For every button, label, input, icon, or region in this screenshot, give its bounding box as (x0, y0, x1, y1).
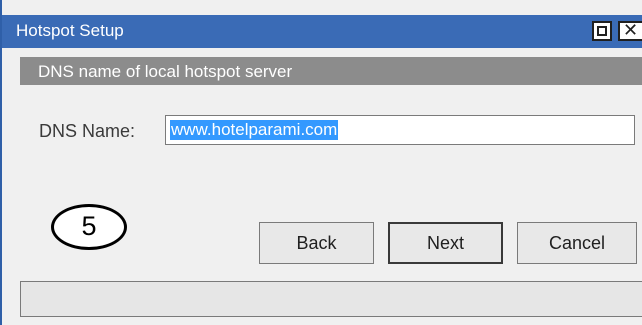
dns-name-label: DNS Name: (39, 121, 136, 141)
maximize-square (597, 26, 607, 36)
close-glyph: ✕ (623, 20, 639, 41)
back-button[interactable]: Back (259, 222, 374, 264)
status-bar (20, 281, 642, 317)
title-bar[interactable]: Hotspot Setup ✕ (2, 15, 642, 48)
window-title: Hotspot Setup (16, 21, 124, 40)
cancel-button[interactable]: Cancel (517, 222, 637, 264)
dns-name-input[interactable]: www.hotelparami.com (165, 115, 635, 145)
section-header: DNS name of local hotspot server (20, 57, 642, 85)
hotspot-setup-window: Hotspot Setup ✕ DNS name of local hotspo… (0, 0, 642, 325)
maximize-icon[interactable] (592, 21, 612, 41)
step-number: 5 (81, 211, 97, 241)
step-number-annotation: 5 (51, 204, 127, 250)
next-button[interactable]: Next (388, 222, 503, 264)
close-icon[interactable]: ✕ (618, 20, 642, 41)
section-header-text: DNS name of local hotspot server (38, 62, 293, 81)
dns-name-value: www.hotelparami.com (170, 120, 339, 140)
